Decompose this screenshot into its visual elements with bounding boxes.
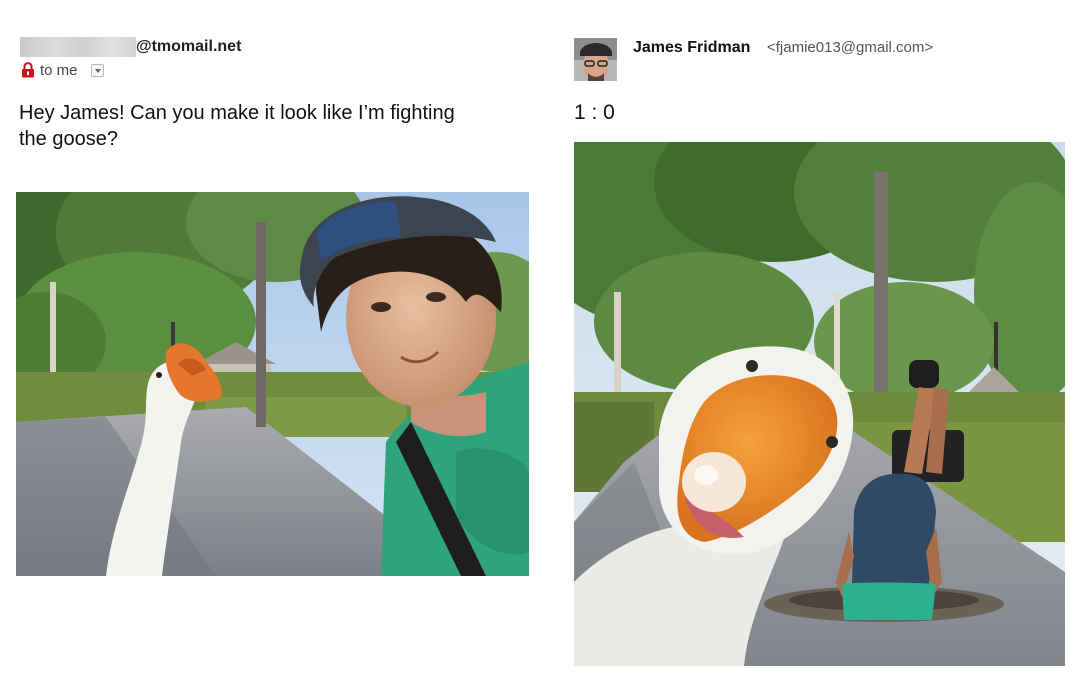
reply-text: 1 : 0 [574,101,615,124]
sender-address: @tmomail.net [136,38,242,55]
chevron-down-icon [94,68,101,73]
avatar [574,38,617,81]
details-dropdown-button[interactable] [91,64,104,77]
sender-email: <fjamie013@gmail.com> [767,39,934,56]
original-photo [16,192,529,576]
redacted-sender-name [20,37,136,57]
edited-photo [574,142,1065,666]
sender-name: James Fridman [633,39,751,56]
recipient-label: to me [40,62,78,79]
lock-icon [22,62,34,78]
message-body: Hey James! Can you make it look like I’m… [19,102,455,150]
